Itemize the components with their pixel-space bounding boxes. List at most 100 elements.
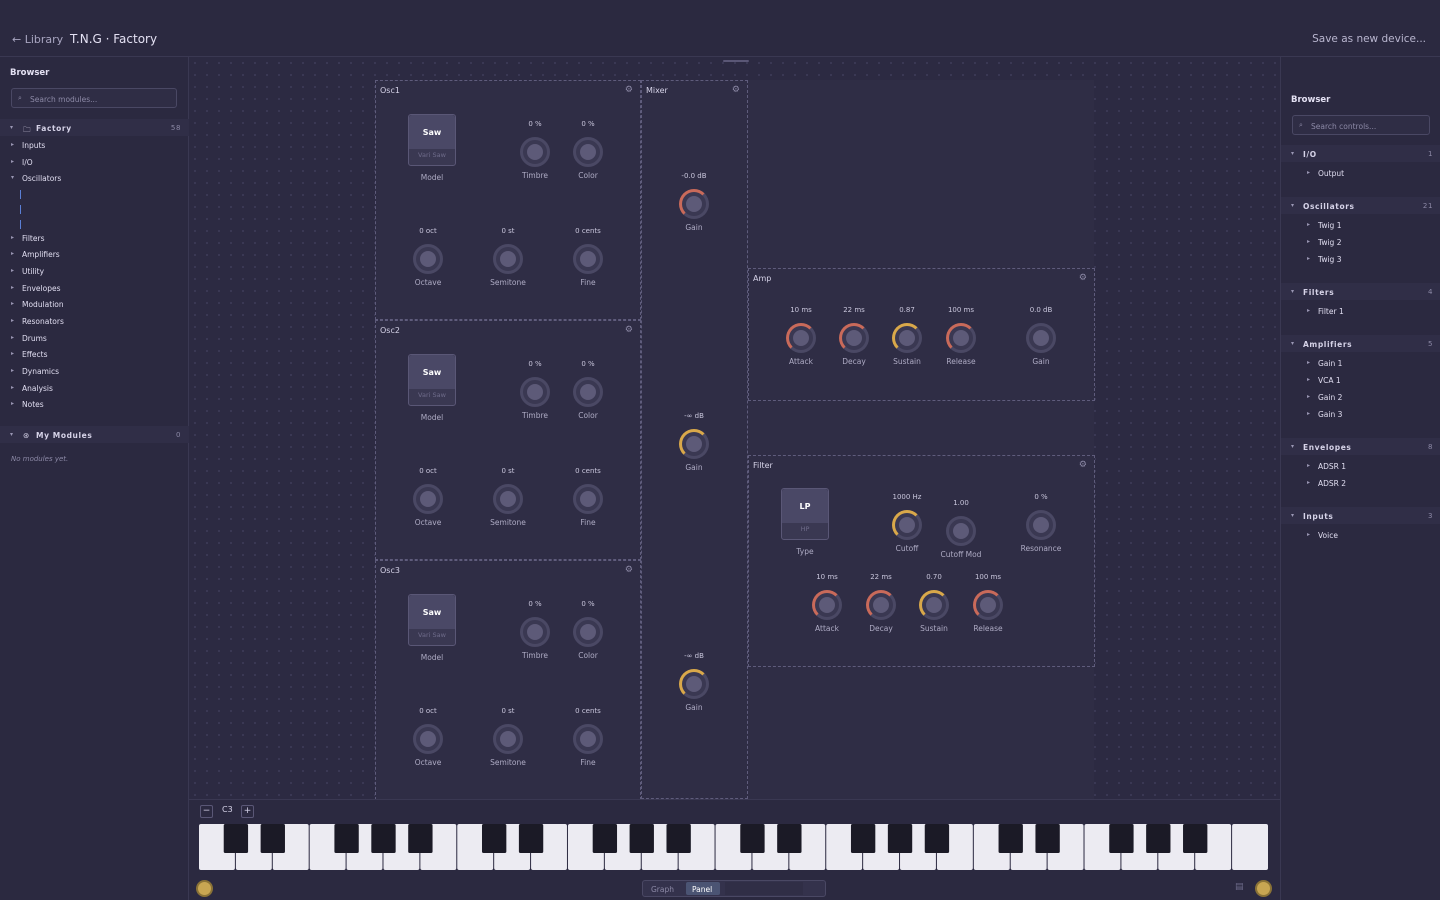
view-switch[interactable]: Graph Panel [642, 880, 826, 897]
knob[interactable] [573, 377, 603, 407]
no-modules-text: No modules yet. [11, 455, 69, 463]
mixer-module[interactable]: Mixer ⚙ -0.0 dB Gain -∞ dB Gain -∞ dB Gain [641, 80, 748, 799]
octave-down-button[interactable]: − [200, 805, 213, 818]
knob[interactable] [892, 323, 922, 353]
black-key[interactable] [850, 824, 876, 853]
black-key[interactable] [740, 824, 765, 853]
black-key[interactable] [371, 824, 396, 853]
black-key[interactable] [223, 824, 249, 853]
knob[interactable] [946, 323, 976, 353]
my-modules-group-header[interactable]: ▾ ⊛ My Modules 0 [0, 426, 189, 443]
piano-keyboard[interactable] [199, 824, 1269, 870]
black-key[interactable] [924, 824, 950, 853]
osc-model-selector[interactable]: Saw Vari Saw [408, 114, 456, 166]
knob[interactable] [413, 484, 443, 514]
knob[interactable] [839, 323, 869, 353]
gear-icon[interactable]: ⚙ [1079, 460, 1087, 470]
knob[interactable] [573, 484, 603, 514]
knob[interactable] [973, 590, 1003, 620]
control-group-oscillators[interactable]: ▾ Oscillators 21 [1281, 197, 1440, 214]
black-key[interactable] [334, 824, 359, 853]
control-value: 0.87 [899, 306, 915, 314]
gear-icon[interactable]: ⚙ [625, 565, 633, 575]
chevron-down-icon: ▾ [10, 431, 14, 438]
white-key[interactable] [1232, 824, 1268, 870]
knob[interactable] [520, 377, 550, 407]
osc3-module[interactable]: Osc3 ⚙ Saw Vari Saw Model 0 % Timbre 0 % Color 0 … [375, 560, 641, 799]
control-value: 0 % [1034, 493, 1048, 501]
knob[interactable] [892, 510, 922, 540]
knob[interactable] [679, 189, 709, 219]
factory-group-header[interactable]: ▾ 🗀 Factory 58 [0, 119, 189, 136]
knob[interactable] [493, 484, 523, 514]
left-corner-button[interactable] [196, 880, 213, 897]
knob[interactable] [413, 724, 443, 754]
black-key[interactable] [408, 824, 433, 853]
knob[interactable] [919, 590, 949, 620]
osc-model-selector[interactable]: Saw Vari Saw [408, 354, 456, 406]
control-group-amplifiers[interactable]: ▾ Amplifiers 5 [1281, 335, 1440, 352]
control-group-io[interactable]: ▾ I/O 1 [1281, 145, 1440, 162]
black-key[interactable] [777, 824, 802, 853]
knob[interactable] [866, 590, 896, 620]
black-key[interactable] [998, 824, 1023, 853]
osc1-module[interactable]: Osc1 ⚙ Saw Vari Saw Model 0 % Timbre 0 % Color 0 … [375, 80, 641, 320]
gear-icon[interactable]: ⚙ [625, 85, 633, 95]
black-key[interactable] [1183, 824, 1208, 853]
black-key[interactable] [518, 824, 544, 853]
knob[interactable] [679, 669, 709, 699]
black-key[interactable] [666, 824, 691, 853]
black-key[interactable] [629, 824, 654, 853]
knob[interactable] [573, 244, 603, 274]
knob[interactable] [1026, 510, 1056, 540]
control-value: 0 oct [419, 707, 437, 715]
knob[interactable] [493, 724, 523, 754]
alt-option[interactable]: HP [782, 525, 828, 533]
knob[interactable] [812, 590, 842, 620]
gear-icon[interactable]: ⚙ [625, 325, 633, 335]
knob[interactable] [520, 617, 550, 647]
graph-tab[interactable]: Graph [651, 885, 674, 894]
knob[interactable] [493, 244, 523, 274]
knob[interactable] [573, 617, 603, 647]
alt-option[interactable]: Vari Saw [409, 631, 455, 639]
alt-option[interactable]: Vari Saw [409, 151, 455, 159]
drag-handle[interactable] [723, 60, 749, 62]
knob[interactable] [679, 429, 709, 459]
octave-up-button[interactable]: + [241, 805, 254, 818]
knob[interactable] [946, 516, 976, 546]
black-key[interactable] [887, 824, 913, 853]
osc-model-selector[interactable]: Saw Vari Saw [408, 594, 456, 646]
black-key[interactable] [592, 824, 618, 853]
layout-icon[interactable]: ▤ [1235, 882, 1244, 892]
panel-tab[interactable]: Panel [692, 885, 712, 894]
alt-option[interactable]: Vari Saw [409, 391, 455, 399]
amp-module[interactable]: Amp ⚙ 10 ms Attack 22 ms Decay 0.87 Sustain 10… [748, 268, 1095, 401]
knob[interactable] [786, 323, 816, 353]
black-key[interactable] [481, 824, 507, 853]
black-key[interactable] [1109, 824, 1134, 853]
device-panel-canvas[interactable]: Osc1 ⚙ Saw Vari Saw Model 0 % Timbre 0 % Color 0 … [189, 57, 1280, 799]
control-group-envelopes[interactable]: ▾ Envelopes 8 [1281, 438, 1440, 455]
control-group-filters[interactable]: ▾ Filters 4 [1281, 283, 1440, 300]
knob[interactable] [573, 724, 603, 754]
chevron-right-icon: ▸ [1307, 376, 1311, 383]
filter-type-selector[interactable]: LP HP [781, 488, 829, 540]
knob[interactable] [413, 244, 443, 274]
gear-icon[interactable]: ⚙ [732, 85, 740, 95]
knob[interactable] [1026, 323, 1056, 353]
search-modules-input[interactable]: ⌕ Search modules... [11, 88, 177, 108]
search-controls-input[interactable]: ⌕ Search controls... [1292, 115, 1430, 135]
control-group-inputs[interactable]: ▾ Inputs 3 [1281, 507, 1440, 524]
save-as-new-device-button[interactable]: Save as new device... [1312, 33, 1426, 45]
filter-module[interactable]: Filter ⚙ LP HP Type 1000 Hz Cutoff 1.00 Cuto… [748, 455, 1095, 667]
osc2-module[interactable]: Osc2 ⚙ Saw Vari Saw Model 0 % Timbre 0 % Color 0 … [375, 320, 641, 560]
black-key[interactable] [1146, 824, 1171, 853]
back-to-library-link[interactable]: ← Library [12, 33, 63, 46]
black-key[interactable] [1035, 824, 1060, 853]
right-corner-button[interactable] [1255, 880, 1272, 897]
gear-icon[interactable]: ⚙ [1079, 273, 1087, 283]
knob[interactable] [573, 137, 603, 167]
knob[interactable] [520, 137, 550, 167]
black-key[interactable] [260, 824, 285, 853]
